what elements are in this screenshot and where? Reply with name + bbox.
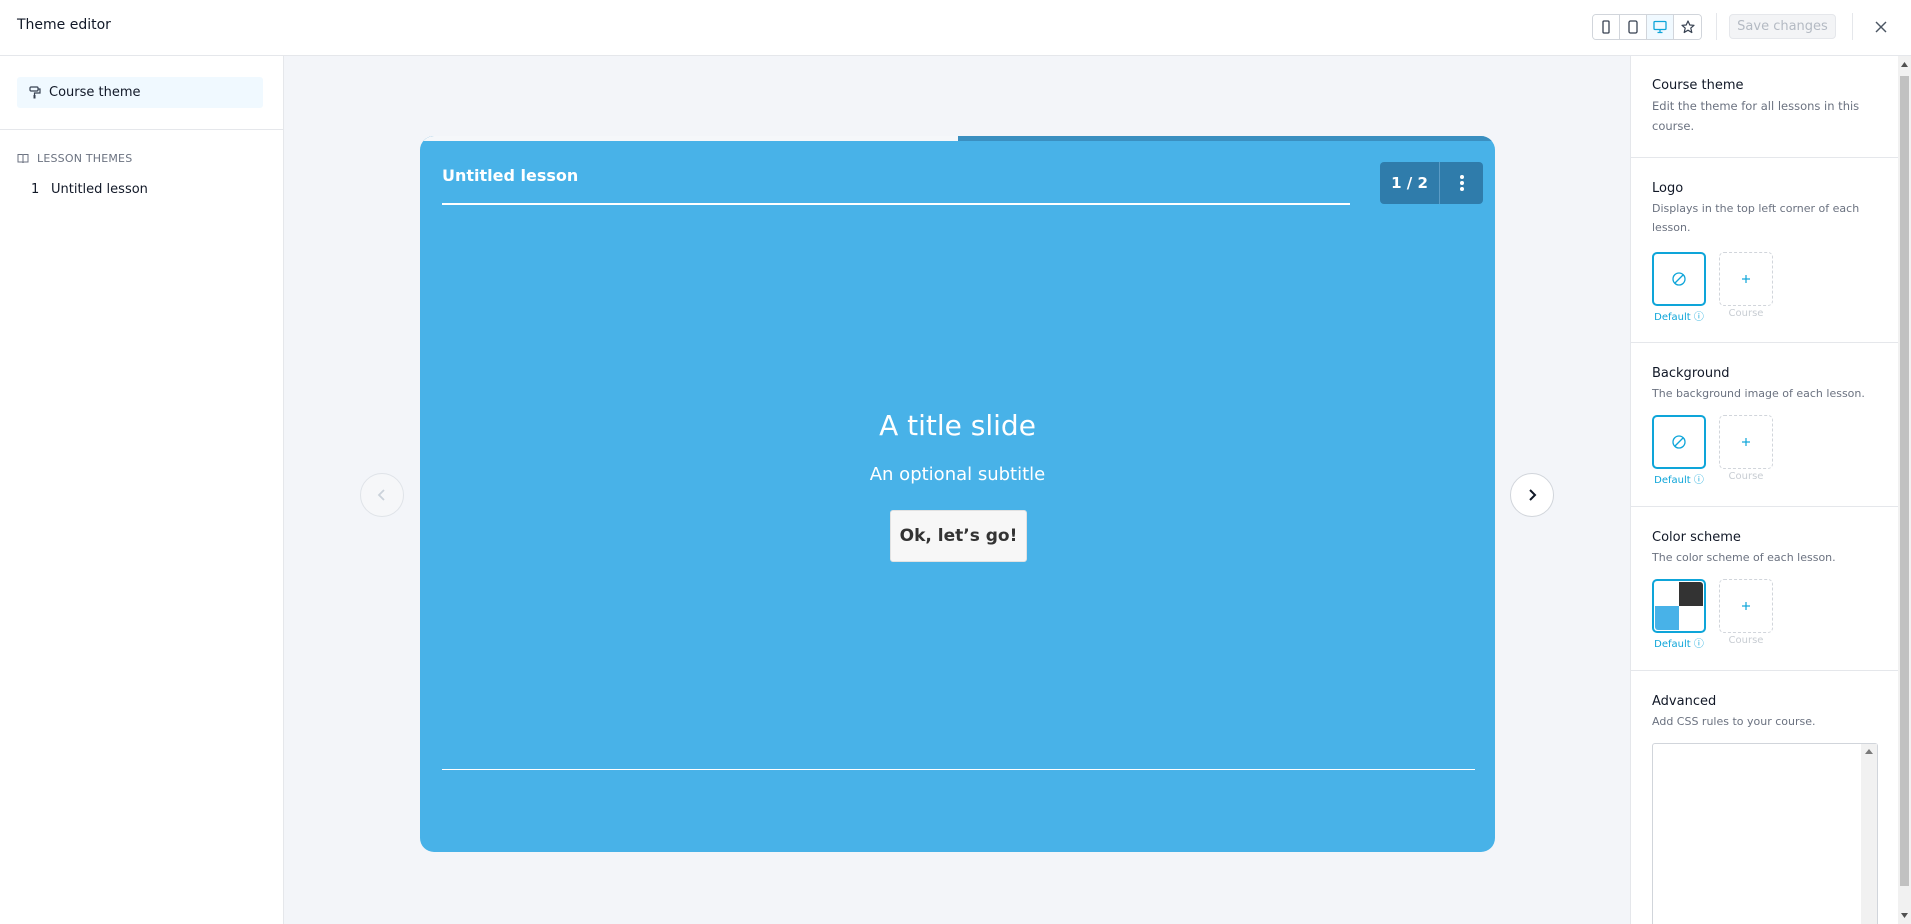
none-icon [1672,435,1686,449]
panel-title: Course theme [1652,78,1744,93]
close-button[interactable] [1868,14,1894,40]
background-default-label: Default ⓘ [1654,475,1704,486]
scroll-up-icon [1901,62,1908,67]
color-scheme-default-option[interactable] [1652,579,1706,633]
phone-icon [1628,20,1638,34]
preview-desktop-button[interactable] [1647,15,1674,39]
swatch-cell [1655,606,1679,630]
panel-description: Edit the theme for all lessons in this c… [1652,99,1860,133]
background-title: Background [1652,366,1730,381]
plus-icon [1742,602,1750,610]
slide-menu-button[interactable] [1440,162,1483,204]
scrollbar-thumb[interactable] [1900,76,1909,886]
lesson-title: Untitled lesson [442,166,579,185]
background-section: Background The background image of each … [1631,343,1898,507]
desktop-icon [1653,20,1667,34]
star-icon [1680,20,1695,34]
sidebar-item-course-theme[interactable]: Course theme [17,77,263,108]
lesson-themes-heading: LESSON THEMES [17,152,132,165]
color-scheme-title: Color scheme [1652,530,1741,545]
custom-css-editor[interactable] [1652,743,1878,924]
preview-phone-button[interactable] [1620,15,1647,39]
color-scheme-default-label: Default ⓘ [1654,639,1704,650]
page-scrollbar[interactable] [1898,56,1911,924]
scroll-down-icon [1901,913,1908,918]
start-button[interactable]: Ok, let’s go! [890,510,1027,562]
preview-canvas: Untitled lesson 1 / 2 A title slide An o… [284,56,1630,924]
slide-subtitle: An optional subtitle [869,464,1046,485]
sidebar-divider [0,129,283,130]
color-scheme-description: The color scheme of each lesson. [1652,551,1836,564]
none-icon [1672,272,1686,286]
color-scheme-swatch [1655,582,1703,630]
chevron-left-icon [377,489,385,501]
logo-description: Displays in the top left corner of each … [1652,202,1860,234]
info-icon: ⓘ [1693,475,1704,486]
color-scheme-section: Color scheme The color scheme of each le… [1631,507,1898,671]
color-scheme-course-label: Course [1728,635,1764,646]
previous-slide-button[interactable] [360,473,404,517]
logo-section: Logo Displays in the top left corner of … [1631,158,1898,343]
sidebar: Course theme LESSON THEMES 1 Untitled le… [0,56,284,924]
lesson-slide: Untitled lesson 1 / 2 A title slide An o… [420,136,1495,852]
info-icon: ⓘ [1693,639,1704,650]
next-slide-button[interactable] [1510,473,1554,517]
toolbar-divider [1852,13,1853,40]
preview-phone-small-button[interactable] [1593,15,1620,39]
plus-icon [1742,275,1750,283]
sidebar-item-label: Course theme [49,85,141,100]
swatch-cell [1679,606,1703,630]
more-vertical-icon [1459,175,1464,191]
footer-divider [442,769,1475,770]
paint-roller-icon [29,86,41,99]
background-course-label: Course [1728,471,1764,482]
lesson-number: 1 [31,182,40,197]
chevron-right-icon [1529,489,1537,501]
slide-controls: 1 / 2 [1380,162,1483,204]
lesson-progress-fill [420,136,958,141]
book-icon [17,154,29,164]
toolbar-divider [1716,13,1717,40]
close-icon [1875,21,1887,33]
top-bar: Theme editor Save changes [0,0,1911,56]
advanced-description: Add CSS rules to your course. [1652,715,1816,728]
swatch-cell [1679,582,1703,606]
device-preview-toggle [1592,14,1702,40]
theme-settings-panel: Course theme Edit the theme for all less… [1630,56,1898,924]
advanced-title: Advanced [1652,694,1717,709]
logo-course-label: Course [1728,308,1764,319]
color-scheme-course-add-button[interactable] [1719,579,1773,633]
plus-icon [1742,438,1750,446]
background-default-option[interactable] [1652,415,1706,469]
scroll-up-icon [1865,749,1873,754]
phone-small-icon [1602,20,1610,34]
background-description: The background image of each lesson. [1652,387,1865,400]
lesson-progress-bar [420,136,1495,141]
sidebar-item-lesson[interactable]: 1 Untitled lesson [31,182,148,197]
course-theme-section: Course theme Edit the theme for all less… [1631,56,1898,158]
save-changes-button[interactable]: Save changes [1729,14,1836,39]
logo-default-label: Default ⓘ [1654,312,1704,323]
info-icon: ⓘ [1693,312,1704,323]
preview-favorite-button[interactable] [1674,15,1701,39]
logo-course-add-button[interactable] [1719,252,1773,306]
lesson-title: Untitled lesson [51,182,148,197]
background-course-add-button[interactable] [1719,415,1773,469]
swatch-cell [1655,582,1679,606]
title-underline [442,203,1350,205]
logo-default-option[interactable] [1652,252,1706,306]
page-title: Theme editor [17,17,111,33]
css-editor-scrollbar[interactable] [1861,744,1877,924]
slide-counter[interactable]: 1 / 2 [1380,162,1440,204]
logo-title: Logo [1652,181,1684,196]
slide-heading: A title slide [879,409,1036,442]
